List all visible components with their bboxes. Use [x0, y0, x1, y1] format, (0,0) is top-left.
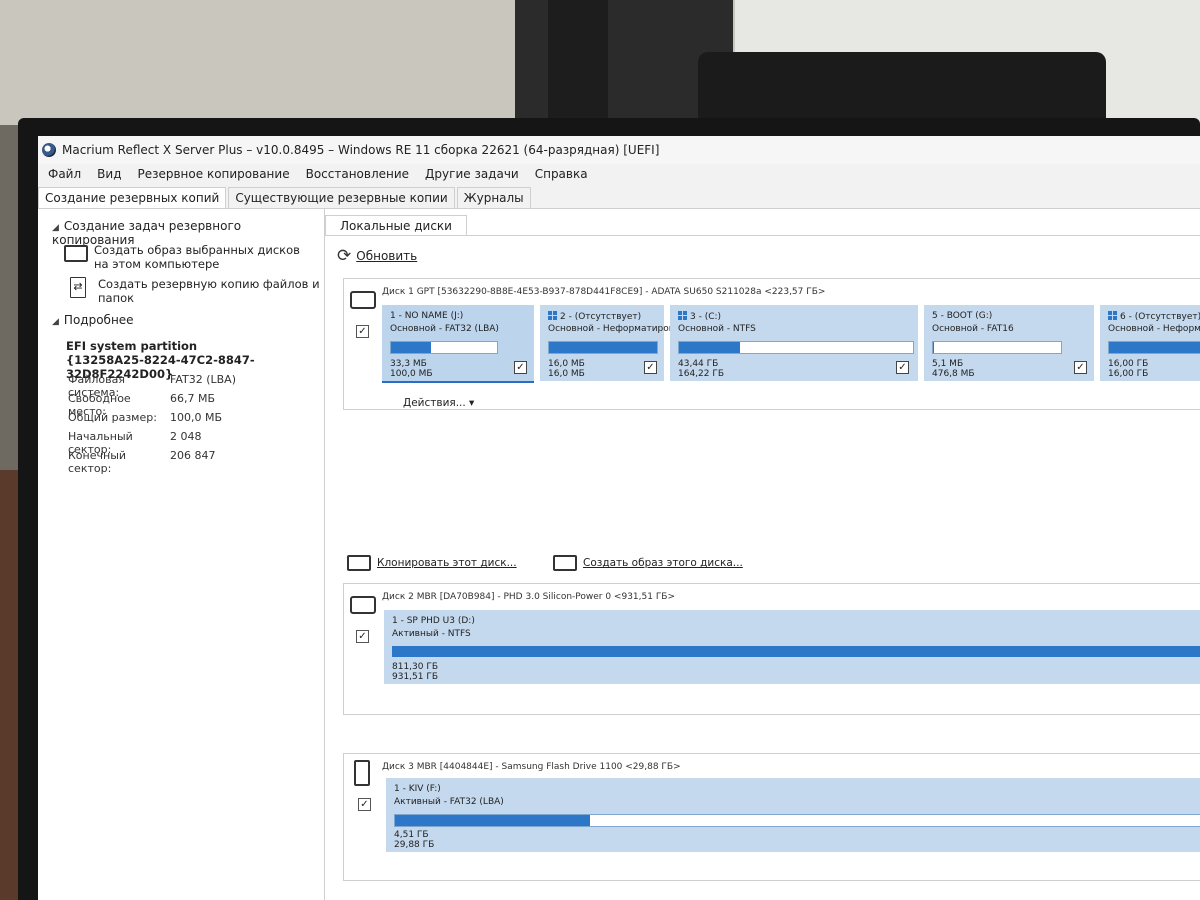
app-window: Macrium Reflect X Server Plus – v10.0.84…	[38, 136, 1200, 900]
task-image-disks[interactable]: Создать образ выбранных дисков на этом к…	[64, 243, 324, 271]
hard-drive-icon	[350, 291, 376, 309]
partition-checkbox[interactable]: ✓	[896, 361, 909, 374]
disk-header: Диск 1 GPT [53632290-8B8E-4E53-B937-878D…	[382, 287, 826, 297]
image-disk-icon	[553, 555, 577, 571]
collapse-triangle-icon[interactable]: ◢	[52, 317, 59, 327]
image-disk-link[interactable]: Создать образ этого диска...	[553, 555, 743, 571]
partition-block[interactable]: 6 - (Отсутствует) Основной - Неформатиро…	[1100, 305, 1200, 381]
menu-other-tasks[interactable]: Другие задачи	[425, 167, 519, 181]
disk-3-panel: Диск 3 MBR [4404844E] - Samsung Flash Dr…	[343, 753, 1200, 881]
windows-icon	[678, 311, 687, 320]
partition-block[interactable]: 1 - SP PHD U3 (D:) Активный - NTFS 811,3…	[384, 610, 1200, 684]
webcam-bar	[698, 52, 1106, 122]
collapse-triangle-icon[interactable]: ◢	[52, 223, 59, 233]
refresh-icon: ⟳	[337, 246, 352, 266]
menu-help[interactable]: Справка	[535, 167, 588, 181]
info-row: Конечный сектор: 206 847	[68, 449, 216, 475]
partition-checkbox[interactable]: ✓	[514, 361, 527, 374]
menu-bar: Файл Вид Резервное копирование Восстанов…	[38, 164, 1200, 184]
menu-backup[interactable]: Резервное копирование	[137, 167, 289, 181]
refresh-button[interactable]: ⟳ Обновить	[337, 246, 417, 266]
tab-create-backups[interactable]: Создание резервных копий	[38, 187, 227, 208]
clone-disk-link[interactable]: Клонировать этот диск...	[347, 555, 517, 571]
partition-block[interactable]: 2 - (Отсутствует) Основной - Неформатиро…	[540, 305, 704, 381]
disk-1-panel: Диск 1 GPT [53632290-8B8E-4E53-B937-878D…	[343, 278, 1200, 410]
menu-file[interactable]: Файл	[48, 167, 81, 181]
windows-icon	[548, 311, 557, 320]
tab-existing-backups[interactable]: Существующие резервные копии	[228, 187, 455, 208]
details-section-header[interactable]: ◢ Подробнее	[52, 313, 134, 327]
menu-restore[interactable]: Восстановление	[306, 167, 409, 181]
usb-drive-icon	[354, 760, 370, 786]
monitor-icon	[64, 245, 88, 262]
main-tabs: Создание резервных копий Существующие ре…	[38, 186, 1200, 209]
partition-block[interactable]: 1 - NO NAME (J:) Основной - FAT32 (LBA) …	[382, 305, 534, 383]
windows-icon	[1108, 311, 1117, 320]
right-panel: Локальные диски ⟳ Обновить Диск 1 GPT [5…	[325, 209, 1200, 900]
window-title: Macrium Reflect X Server Plus – v10.0.84…	[62, 143, 660, 157]
task-backup-files[interactable]: ⇄ Создать резервную копию файлов и папок	[64, 277, 324, 305]
left-panel: ◢ Создание задач резервного копирования С…	[38, 209, 325, 900]
actions-dropdown[interactable]: Действия... ▾	[403, 397, 474, 409]
partition-checkbox[interactable]: ✓	[644, 361, 657, 374]
hard-drive-icon	[350, 596, 376, 614]
disk-header: Диск 2 MBR [DA70B984] - PHD 3.0 Silicon-…	[382, 592, 676, 602]
background-pillar-shadow	[548, 0, 608, 125]
tab-logs[interactable]: Журналы	[456, 187, 531, 208]
disk-checkbox[interactable]: ✓	[356, 630, 369, 643]
file-sync-icon: ⇄	[70, 277, 86, 298]
disk-header: Диск 3 MBR [4404844E] - Samsung Flash Dr…	[382, 762, 681, 772]
disk-2-panel: Диск 2 MBR [DA70B984] - PHD 3.0 Silicon-…	[343, 583, 1200, 715]
partition-block[interactable]: 5 - BOOT (G:) Основной - FAT16 5,1 МБ 47…	[924, 305, 1094, 381]
info-row: Общий размер: 100,0 МБ	[68, 411, 223, 424]
tab-local-disks[interactable]: Локальные диски	[325, 215, 467, 236]
tab-underline	[325, 235, 1200, 236]
disk-checkbox[interactable]: ✓	[358, 798, 371, 811]
menu-view[interactable]: Вид	[97, 167, 121, 181]
clone-disk-icon	[347, 555, 371, 571]
disk-checkbox[interactable]: ✓	[356, 325, 369, 338]
macrium-logo-icon	[42, 143, 56, 157]
title-bar: Macrium Reflect X Server Plus – v10.0.84…	[38, 136, 1200, 164]
partition-block[interactable]: 1 - KIV (F:) Активный - FAT32 (LBA) 4,51…	[386, 778, 1200, 852]
partition-checkbox[interactable]: ✓	[1074, 361, 1087, 374]
partition-block[interactable]: 3 - (C:) Основной - NTFS 43,44 ГБ 164,22…	[670, 305, 918, 381]
